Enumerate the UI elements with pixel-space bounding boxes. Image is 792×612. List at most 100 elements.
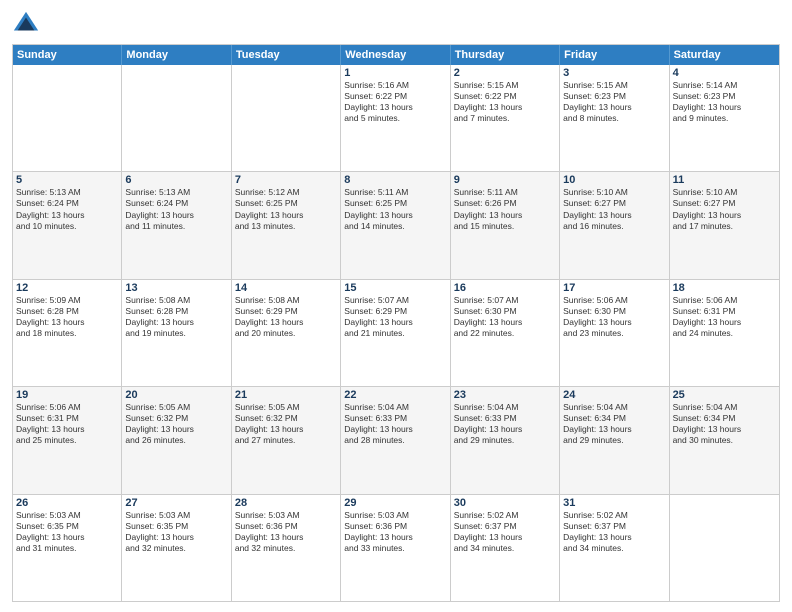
header-monday: Monday [122, 45, 231, 65]
cell-info-line: Sunset: 6:25 PM [235, 198, 337, 209]
cell-info-line: Daylight: 13 hours [344, 210, 446, 221]
cell-info-line: Daylight: 13 hours [344, 102, 446, 113]
logo-icon [12, 10, 40, 38]
cell-info-line: Daylight: 13 hours [673, 102, 776, 113]
cell-info-line: Daylight: 13 hours [125, 210, 227, 221]
day-number: 3 [563, 67, 665, 79]
cal-cell-w0-d4: 2Sunrise: 5:15 AMSunset: 6:22 PMDaylight… [451, 65, 560, 171]
cell-info-line: Daylight: 13 hours [16, 210, 118, 221]
cell-info-line: and 14 minutes. [344, 221, 446, 232]
cell-info-line: Sunset: 6:36 PM [344, 521, 446, 532]
week-row-1: 5Sunrise: 5:13 AMSunset: 6:24 PMDaylight… [13, 171, 779, 278]
cell-info-line: Daylight: 13 hours [454, 102, 556, 113]
day-number: 22 [344, 389, 446, 401]
cell-info-line: and 28 minutes. [344, 435, 446, 446]
header-thursday: Thursday [451, 45, 560, 65]
day-number: 7 [235, 174, 337, 186]
cell-info-line: Daylight: 13 hours [563, 102, 665, 113]
cell-info-line: Daylight: 13 hours [673, 210, 776, 221]
cell-info-line: Sunset: 6:27 PM [673, 198, 776, 209]
week-row-2: 12Sunrise: 5:09 AMSunset: 6:28 PMDayligh… [13, 279, 779, 386]
header-friday: Friday [560, 45, 669, 65]
cell-info-line: Sunset: 6:23 PM [673, 91, 776, 102]
cell-info-line: and 9 minutes. [673, 113, 776, 124]
cal-cell-w2-d1: 13Sunrise: 5:08 AMSunset: 6:28 PMDayligh… [122, 280, 231, 386]
cell-info-line: and 21 minutes. [344, 328, 446, 339]
cell-info-line: and 30 minutes. [673, 435, 776, 446]
cal-cell-w1-d6: 11Sunrise: 5:10 AMSunset: 6:27 PMDayligh… [670, 172, 779, 278]
cal-cell-w1-d3: 8Sunrise: 5:11 AMSunset: 6:25 PMDaylight… [341, 172, 450, 278]
day-number: 27 [125, 497, 227, 509]
cal-cell-w1-d0: 5Sunrise: 5:13 AMSunset: 6:24 PMDaylight… [13, 172, 122, 278]
cell-info-line: and 20 minutes. [235, 328, 337, 339]
cell-info-line: and 16 minutes. [563, 221, 665, 232]
page: Sunday Monday Tuesday Wednesday Thursday… [0, 0, 792, 612]
cell-info-line: and 19 minutes. [125, 328, 227, 339]
cal-cell-w3-d1: 20Sunrise: 5:05 AMSunset: 6:32 PMDayligh… [122, 387, 231, 493]
cell-info-line: Sunset: 6:24 PM [125, 198, 227, 209]
cell-info-line: Daylight: 13 hours [673, 424, 776, 435]
cell-info-line: Sunrise: 5:04 AM [563, 402, 665, 413]
cell-info-line: Daylight: 13 hours [235, 532, 337, 543]
day-number: 19 [16, 389, 118, 401]
cell-info-line: Sunrise: 5:04 AM [673, 402, 776, 413]
cal-cell-w0-d2 [232, 65, 341, 171]
cell-info-line: Sunset: 6:22 PM [454, 91, 556, 102]
cell-info-line: Sunrise: 5:07 AM [344, 295, 446, 306]
cell-info-line: Sunrise: 5:11 AM [344, 187, 446, 198]
day-number: 9 [454, 174, 556, 186]
cell-info-line: Sunrise: 5:10 AM [563, 187, 665, 198]
day-number: 20 [125, 389, 227, 401]
day-number: 10 [563, 174, 665, 186]
header-tuesday: Tuesday [232, 45, 341, 65]
cell-info-line: Sunset: 6:35 PM [125, 521, 227, 532]
cell-info-line: Daylight: 13 hours [454, 317, 556, 328]
cell-info-line: and 34 minutes. [454, 543, 556, 554]
cell-info-line: Sunrise: 5:03 AM [344, 510, 446, 521]
cell-info-line: and 15 minutes. [454, 221, 556, 232]
cal-cell-w0-d1 [122, 65, 231, 171]
cell-info-line: Daylight: 13 hours [454, 424, 556, 435]
cell-info-line: Sunset: 6:31 PM [673, 306, 776, 317]
cell-info-line: and 17 minutes. [673, 221, 776, 232]
cell-info-line: Sunrise: 5:14 AM [673, 80, 776, 91]
cal-cell-w4-d6 [670, 495, 779, 601]
cal-cell-w1-d1: 6Sunrise: 5:13 AMSunset: 6:24 PMDaylight… [122, 172, 231, 278]
cell-info-line: Sunrise: 5:12 AM [235, 187, 337, 198]
cell-info-line: and 34 minutes. [563, 543, 665, 554]
cell-info-line: Sunset: 6:26 PM [454, 198, 556, 209]
header-sunday: Sunday [13, 45, 122, 65]
cal-cell-w4-d0: 26Sunrise: 5:03 AMSunset: 6:35 PMDayligh… [13, 495, 122, 601]
cell-info-line: Sunset: 6:30 PM [563, 306, 665, 317]
cal-cell-w4-d5: 31Sunrise: 5:02 AMSunset: 6:37 PMDayligh… [560, 495, 669, 601]
cell-info-line: Sunrise: 5:06 AM [563, 295, 665, 306]
cell-info-line: Daylight: 13 hours [16, 424, 118, 435]
cell-info-line: Sunrise: 5:13 AM [125, 187, 227, 198]
cell-info-line: Sunrise: 5:06 AM [16, 402, 118, 413]
cell-info-line: Sunset: 6:25 PM [344, 198, 446, 209]
cell-info-line: and 25 minutes. [16, 435, 118, 446]
cal-cell-w1-d4: 9Sunrise: 5:11 AMSunset: 6:26 PMDaylight… [451, 172, 560, 278]
cell-info-line: Daylight: 13 hours [454, 210, 556, 221]
cell-info-line: Sunrise: 5:05 AM [235, 402, 337, 413]
cell-info-line: Sunrise: 5:13 AM [16, 187, 118, 198]
cell-info-line: Daylight: 13 hours [235, 424, 337, 435]
cal-cell-w2-d2: 14Sunrise: 5:08 AMSunset: 6:29 PMDayligh… [232, 280, 341, 386]
cell-info-line: Sunrise: 5:11 AM [454, 187, 556, 198]
cal-cell-w0-d3: 1Sunrise: 5:16 AMSunset: 6:22 PMDaylight… [341, 65, 450, 171]
day-number: 2 [454, 67, 556, 79]
cell-info-line: Sunrise: 5:03 AM [235, 510, 337, 521]
cell-info-line: Sunset: 6:32 PM [125, 413, 227, 424]
cell-info-line: Daylight: 13 hours [344, 424, 446, 435]
cal-cell-w4-d2: 28Sunrise: 5:03 AMSunset: 6:36 PMDayligh… [232, 495, 341, 601]
calendar-body: 1Sunrise: 5:16 AMSunset: 6:22 PMDaylight… [13, 65, 779, 601]
cell-info-line: Daylight: 13 hours [16, 532, 118, 543]
cell-info-line: Daylight: 13 hours [673, 317, 776, 328]
cell-info-line: Sunrise: 5:06 AM [673, 295, 776, 306]
cell-info-line: Sunset: 6:29 PM [235, 306, 337, 317]
cell-info-line: Sunset: 6:30 PM [454, 306, 556, 317]
day-number: 12 [16, 282, 118, 294]
cell-info-line: Daylight: 13 hours [125, 532, 227, 543]
cell-info-line: Daylight: 13 hours [125, 424, 227, 435]
cal-cell-w0-d6: 4Sunrise: 5:14 AMSunset: 6:23 PMDaylight… [670, 65, 779, 171]
